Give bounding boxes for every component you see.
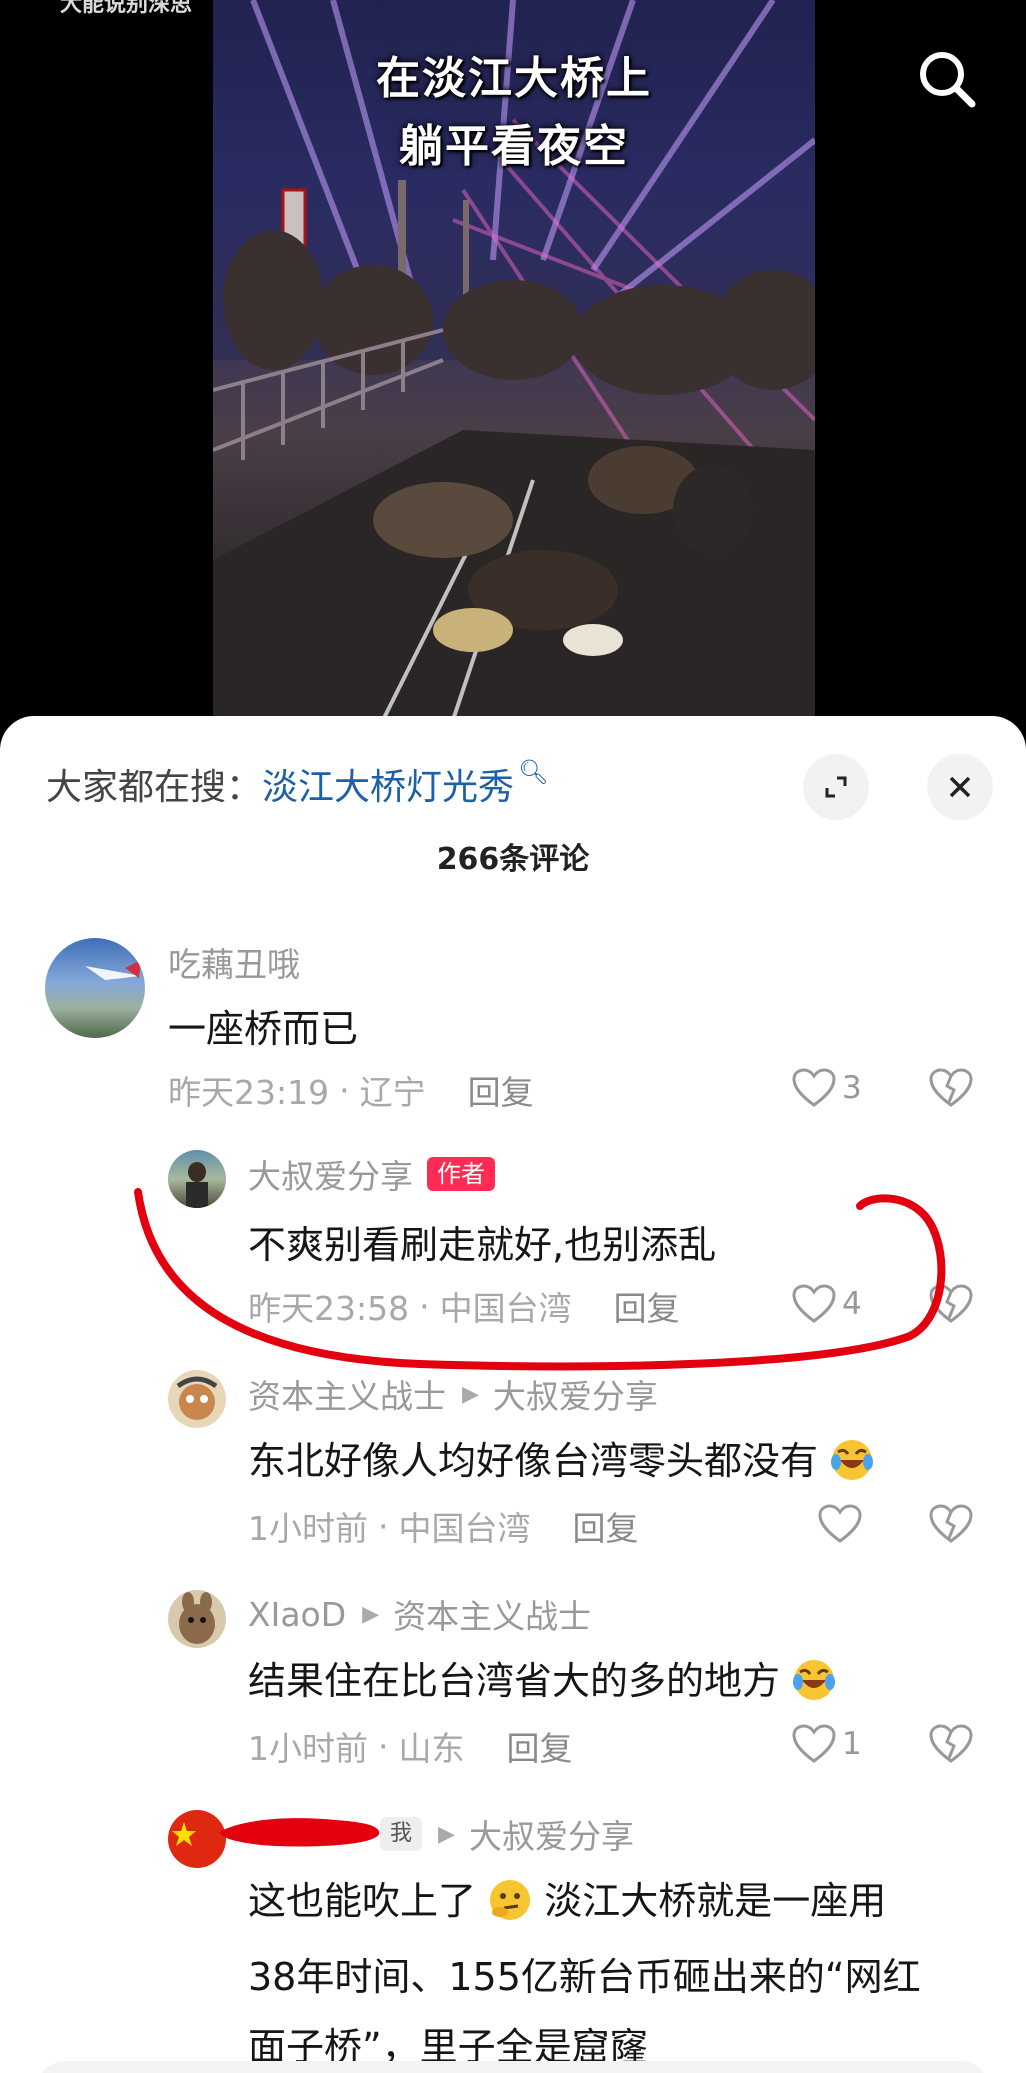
video-top-text: 大能说别深思 — [60, 0, 193, 17]
comment-sheet: 大家都在搜： 淡江大桥灯光秀 🔍︎ 266条评论 吃藕丑哦 一座桥而已 昨天23… — [0, 716, 1026, 2073]
red-annotation-circle — [134, 1188, 946, 1371]
search-icon[interactable] — [912, 44, 982, 114]
video-frame[interactable]: 在淡江大桥上 躺平看夜空 — [213, 0, 815, 720]
comment-input-bar[interactable] — [36, 2061, 990, 2073]
video-area[interactable]: 大能说别深思 在淡江大桥上 躺平看夜空 — [0, 0, 1026, 720]
video-caption-line-1: 在淡江大桥上 — [376, 53, 652, 104]
bridge-night-scene — [213, 0, 815, 720]
video-caption-line-2: 躺平看夜空 — [399, 121, 629, 172]
